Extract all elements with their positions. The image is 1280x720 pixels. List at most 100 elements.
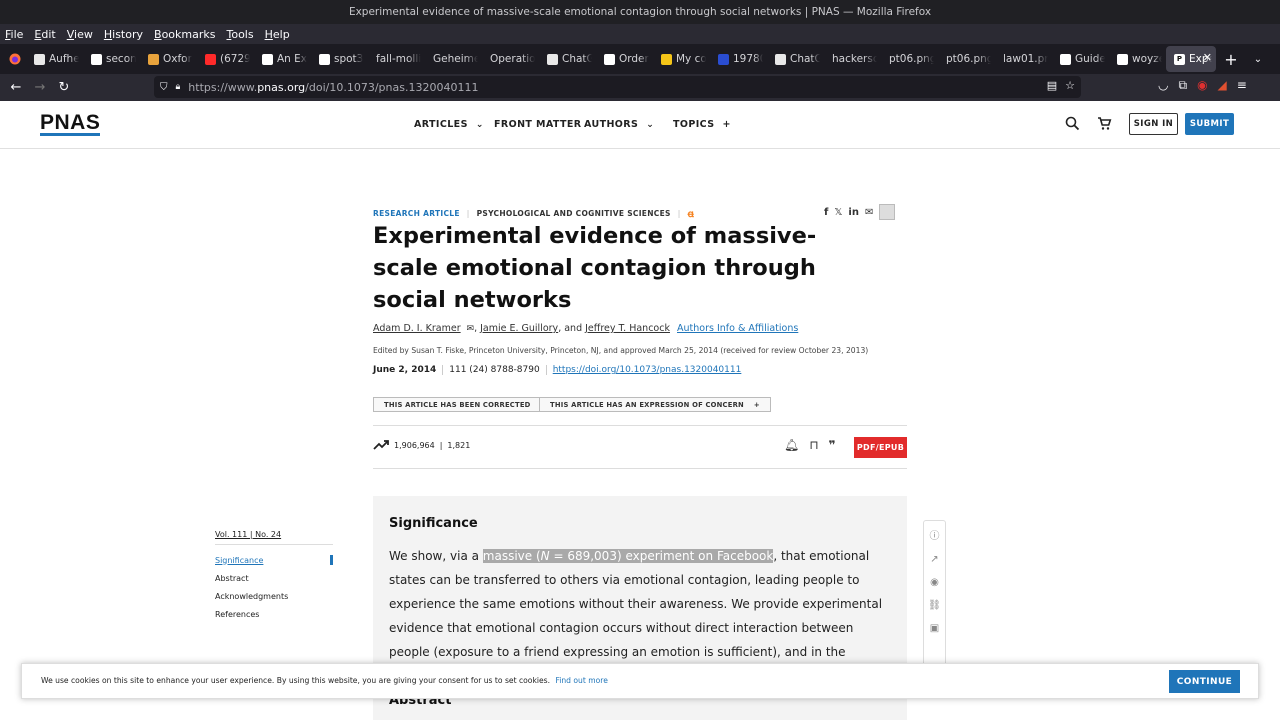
browser-tab[interactable]: Operation — [482, 46, 539, 72]
cart-icon[interactable] — [1097, 116, 1112, 131]
browser-tab[interactable]: Geheime — [425, 46, 482, 72]
facebook-icon[interactable]: f — [824, 207, 828, 218]
browser-tab[interactable]: ChatG — [539, 46, 596, 72]
browser-tab[interactable]: law01.pn — [995, 46, 1052, 72]
hamburger-menu-icon[interactable]: ≡ — [1237, 78, 1247, 93]
browser-tab[interactable]: 19780 — [710, 46, 767, 72]
browser-tab[interactable]: secon — [83, 46, 140, 72]
volume-issue-link[interactable]: Vol. 111 | No. 24 — [215, 530, 333, 545]
browser-tab[interactable]: Order — [596, 46, 653, 72]
extensions-icon[interactable]: ⧉ — [1178, 78, 1187, 93]
browser-tab[interactable]: Guide — [1052, 46, 1109, 72]
tab-bar: Aufhe secon Oxfor (6729 An Ex spot3 fall-molli… — [0, 44, 1280, 74]
browser-tab[interactable]: An Ex — [254, 46, 311, 72]
reload-icon[interactable]: ↻ — [52, 76, 76, 100]
concern-notice[interactable]: THIS ARTICLE HAS AN EXPRESSION OF CONCER… — [539, 397, 771, 412]
reader-view-icon[interactable]: ▤ — [1047, 79, 1057, 92]
browser-tab[interactable]: (6729 — [197, 46, 254, 72]
bell-alert-icon[interactable]: 🔔︎ — [784, 438, 799, 452]
tab-label: Operation — [490, 53, 535, 65]
altmetric-badge-icon[interactable] — [879, 204, 896, 220]
nav-front-matter[interactable]: FRONT MATTER — [494, 119, 581, 130]
find-out-more-link[interactable]: Find out more — [555, 676, 608, 685]
author-link[interactable]: Jeffrey T. Hancock — [585, 323, 670, 334]
browser-tab[interactable]: Oxfor — [140, 46, 197, 72]
firefox-view-icon[interactable] — [4, 46, 26, 72]
menu-edit[interactable]: Edit — [34, 28, 55, 41]
shield-icon[interactable]: ⛉ — [160, 82, 168, 93]
article-metrics[interactable]: 1,906,964 | 1,821 — [373, 439, 470, 451]
search-icon[interactable] — [1065, 116, 1080, 131]
correction-notice[interactable]: THIS ARTICLE HAS BEEN CORRECTED + — [373, 397, 558, 412]
url-bar[interactable]: ⛉ 🔒︎ https://www. pnas.org/doi/10.1073/pn… — [154, 76, 1081, 98]
article-type[interactable]: RESEARCH ARTICLE — [373, 209, 460, 218]
submit-button[interactable]: SUBMIT — [1185, 113, 1234, 135]
star-icon — [604, 53, 615, 65]
menu-view[interactable]: View — [67, 28, 93, 41]
metrics-icon[interactable]: ↗ — [930, 554, 938, 565]
toc-item-acknowledgments[interactable]: Acknowledgments — [215, 587, 333, 605]
selected-text-part: = 689,003) experiment on Facebook — [549, 549, 774, 563]
nav-topics-label: TOPICS — [673, 119, 715, 130]
lock-icon[interactable]: 🔒︎ — [176, 82, 181, 92]
toc-item-references[interactable]: References — [215, 605, 333, 623]
close-tab-icon[interactable]: ✕ — [1203, 51, 1212, 64]
menu-bookmarks[interactable]: Bookmarks — [154, 28, 215, 41]
menu-history[interactable]: History — [104, 28, 143, 41]
nav-articles[interactable]: ARTICLES ⌄ — [414, 119, 484, 130]
menu-help[interactable]: Help — [265, 28, 290, 41]
browser-tab[interactable]: Aufhe — [26, 46, 83, 72]
extension-speaker-icon[interactable]: ◢ — [1218, 78, 1227, 93]
menu-file[interactable]: File — [5, 28, 23, 41]
selected-text: massive (N = 689,003) experiment on Face… — [482, 549, 774, 563]
authors-info-link[interactable]: Authors Info & Affiliations — [677, 323, 798, 334]
browser-tab[interactable]: woyze — [1109, 46, 1166, 72]
publication-date: June 2, 2014 — [373, 365, 444, 375]
author-link[interactable]: Jamie E. Guillory — [480, 323, 558, 334]
forward-icon[interactable]: → — [28, 76, 52, 100]
toc-item-abstract[interactable]: Abstract — [215, 569, 333, 587]
linkedin-icon[interactable]: in — [848, 207, 859, 218]
bookmark-star-icon[interactable]: ☆ — [1065, 79, 1075, 92]
media-icon[interactable]: ▣ — [930, 623, 939, 634]
browser-tab[interactable]: fall-molli — [368, 46, 425, 72]
article-section[interactable]: PSYCHOLOGICAL AND COGNITIVE SCIENCES — [477, 209, 671, 218]
email-icon[interactable]: ✉ — [464, 324, 475, 334]
info-icon[interactable]: ⓘ — [930, 527, 940, 542]
browser-tab[interactable]: pt06.png — [881, 46, 938, 72]
browser-tab[interactable]: pt06.png — [938, 46, 995, 72]
doi-link[interactable]: https://doi.org/10.1073/pnas.1320040111 — [547, 365, 742, 375]
continue-button[interactable]: CONTINUE — [1169, 670, 1240, 693]
bookmark-icon[interactable]: ⊓ — [809, 438, 818, 452]
cite-quote-icon[interactable]: ❞ — [829, 438, 836, 452]
browser-tab[interactable]: ChatG — [767, 46, 824, 72]
sign-in-button[interactable]: SIGN IN — [1129, 113, 1178, 135]
nav-articles-label: ARTICLES — [414, 119, 468, 130]
link-icon[interactable]: ⛓ — [928, 600, 941, 611]
share-bar: f 𝕏 in ✉ — [824, 204, 896, 220]
nav-authors-label: AUTHORS — [584, 119, 639, 130]
tab-active[interactable]: P Expe ✕ — [1166, 46, 1216, 72]
chevron-down-icon: ⌄ — [646, 119, 655, 130]
toc-item-significance[interactable]: Significance — [215, 551, 333, 569]
x-twitter-icon[interactable]: 𝕏 — [834, 207, 842, 218]
author-link[interactable]: Adam D. I. Kramer — [373, 323, 461, 334]
nav-authors[interactable]: AUTHORS ⌄ — [584, 119, 654, 130]
selected-text-part: massive ( — [482, 549, 541, 563]
menu-tools[interactable]: Tools — [226, 28, 253, 41]
pnas-logo[interactable]: PNAS — [40, 112, 101, 136]
edited-by: Edited by Susan T. Fiske, Princeton Univ… — [373, 346, 869, 355]
email-icon[interactable]: ✉ — [865, 207, 873, 218]
browser-tab[interactable]: hackersc — [824, 46, 881, 72]
browser-tab[interactable]: My co — [653, 46, 710, 72]
nav-topics[interactable]: TOPICS + — [673, 119, 731, 130]
list-all-tabs-icon[interactable]: ⌄ — [1248, 54, 1268, 65]
browser-tab[interactable]: spot3 — [311, 46, 368, 72]
new-tab-icon[interactable]: + — [1220, 50, 1242, 69]
toc-active-marker — [330, 555, 333, 565]
pocket-icon[interactable]: ◡ — [1158, 78, 1168, 93]
view-icon[interactable]: ◉ — [930, 577, 939, 588]
pdf-epub-button[interactable]: PDF/EPUB — [854, 437, 907, 458]
ublock-icon[interactable]: ◉ — [1197, 78, 1207, 93]
back-icon[interactable]: ← — [4, 76, 28, 100]
